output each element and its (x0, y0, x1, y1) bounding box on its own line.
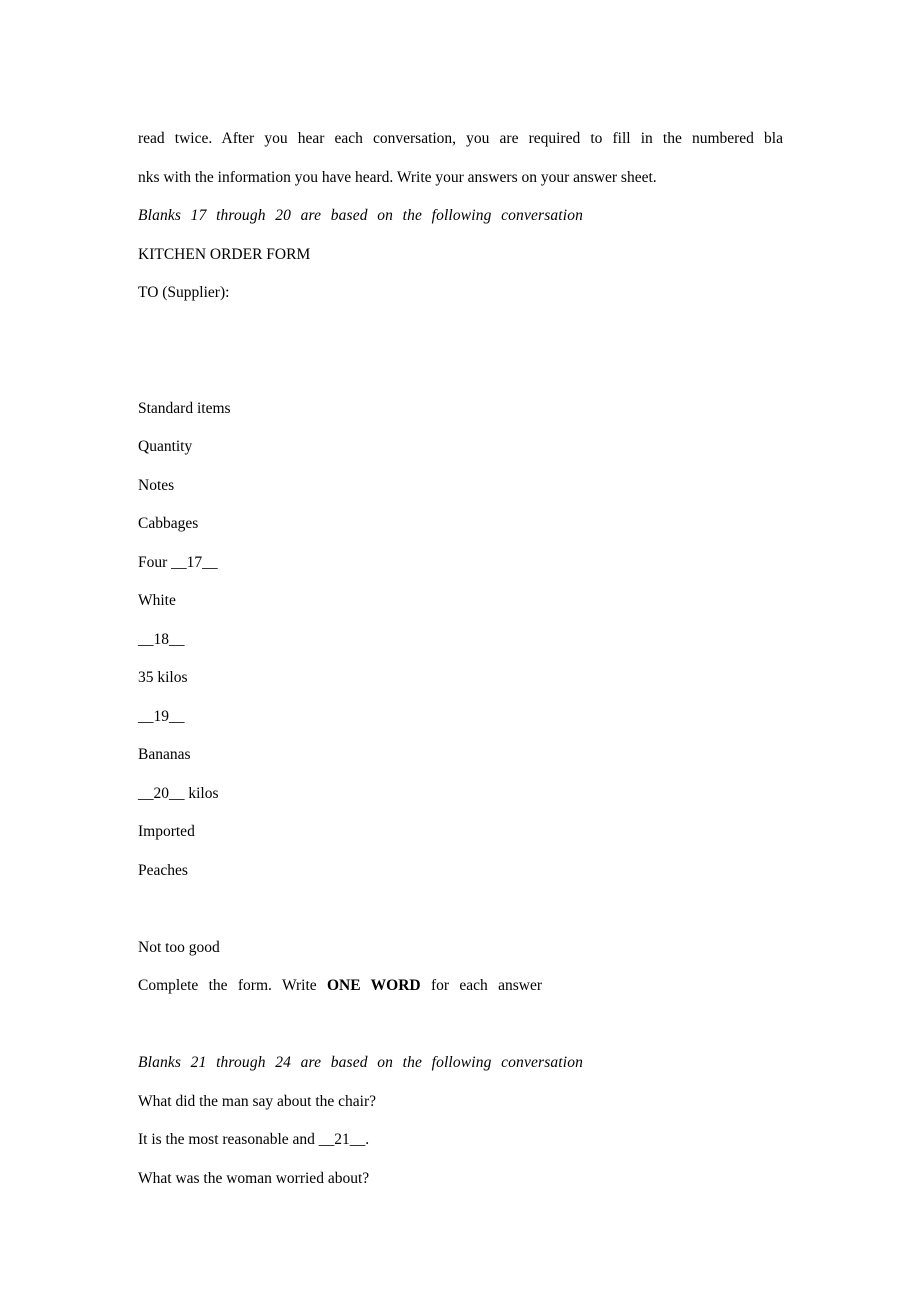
form-cell-imported: Imported (138, 823, 195, 840)
kitchen-order-form-title: KITCHEN ORDER FORM (138, 245, 311, 263)
intro-line-1: read twice. After you hear each conversa… (138, 130, 783, 147)
form-cell-cabbages: Cabbages (138, 515, 199, 532)
section-one-heading: Blanks 17 through 20 are based on the fo… (138, 207, 583, 224)
form-cell-blank-18: __18__ (138, 630, 185, 648)
form-cell-bananas: Bananas (138, 746, 191, 763)
form-cell-blank-19: __19__ (138, 707, 185, 725)
form-cell-peaches: Peaches (138, 861, 188, 879)
column-header-standard-items: Standard items (138, 399, 231, 417)
form-instruction: Complete the form. Write ONE WORD for ea… (138, 967, 542, 1006)
section-two-heading: Blanks 21 through 24 are based on the fo… (138, 1054, 583, 1071)
instruction-text-before: Complete the form. Write (138, 977, 317, 994)
form-cell-white: White (138, 592, 176, 609)
intro-line-2: nks with the information you have heard.… (138, 168, 657, 186)
supplier-label: TO (Supplier): (138, 284, 230, 301)
section-divider-gap (138, 1006, 783, 1045)
column-header-notes: Notes (138, 476, 175, 494)
page-content: read twice. After you hear each conversa… (138, 120, 783, 1198)
supplier-blank-area (138, 313, 783, 390)
instruction-emphasis: ONE WORD (327, 977, 421, 994)
peaches-notes-gap (138, 890, 783, 929)
answer-blank-21: It is the most reasonable and __21__. (138, 1131, 370, 1148)
form-cell-35-kilos: 35 kilos (138, 669, 188, 686)
document-page: read twice. After you hear each conversa… (0, 0, 920, 1302)
form-cell-quantity-17: Four __17__ (138, 553, 218, 571)
question-woman-worried: What was the woman worried about? (138, 1169, 370, 1187)
form-cell-not-too-good: Not too good (138, 938, 220, 956)
instruction-text-after: for each answer (430, 977, 543, 994)
column-header-quantity: Quantity (138, 438, 193, 455)
form-cell-blank-20-kilos: __20__ kilos (138, 784, 219, 802)
question-chair: What did the man say about the chair? (138, 1092, 377, 1110)
